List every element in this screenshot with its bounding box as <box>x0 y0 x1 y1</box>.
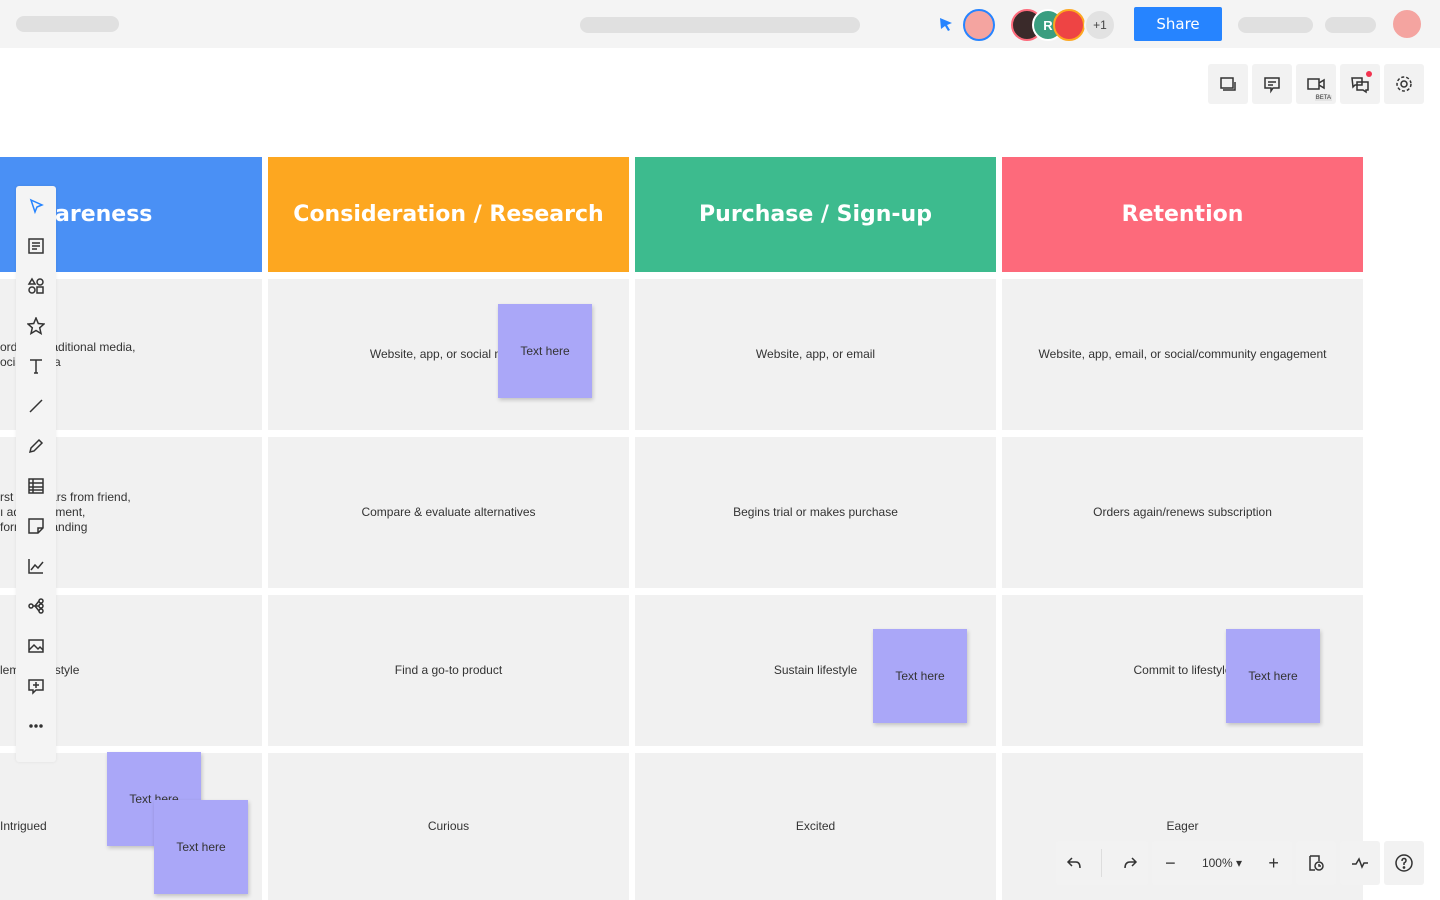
journey-cell[interactable]: Curious <box>268 753 629 900</box>
pencil-icon <box>28 438 44 454</box>
zoom-in-button[interactable]: + <box>1268 853 1279 874</box>
more-icon <box>29 724 43 728</box>
add-comment-icon <box>28 679 44 695</box>
zoom-controls: − 100% ▾ + <box>1152 841 1292 885</box>
mindmap-icon <box>28 598 44 614</box>
cursor-icon <box>29 198 44 215</box>
column-header: Consideration / Research <box>268 157 629 272</box>
chart-tool[interactable] <box>16 546 56 586</box>
placeholder <box>1238 17 1313 33</box>
beta-badge: BETA <box>1314 95 1332 101</box>
sticky-note[interactable]: Text here <box>1226 629 1320 723</box>
sticky-note-icon <box>28 518 44 534</box>
undo-icon[interactable] <box>1065 854 1083 872</box>
settings-button[interactable] <box>1384 64 1424 104</box>
zoom-out-button[interactable]: − <box>1165 853 1176 874</box>
image-tool[interactable] <box>16 626 56 666</box>
column-header: Retention <box>1002 157 1363 272</box>
user-avatar[interactable] <box>1391 8 1423 40</box>
star-icon <box>27 317 45 335</box>
help-button[interactable] <box>1384 841 1424 885</box>
image-icon <box>28 639 44 653</box>
journey-cell[interactable]: Excited <box>635 753 996 900</box>
sticky-tool[interactable] <box>16 506 56 546</box>
frames-icon <box>1220 77 1236 91</box>
line-icon <box>29 399 43 413</box>
board-name-placeholder <box>16 16 119 32</box>
template-icon <box>28 238 44 254</box>
text-tool[interactable] <box>16 346 56 386</box>
title-placeholder <box>580 17 860 33</box>
mindmap-tool[interactable] <box>16 586 56 626</box>
zoom-level-dropdown[interactable]: 100% ▾ <box>1202 856 1242 870</box>
avatar[interactable] <box>1053 9 1085 41</box>
journey-cell[interactable]: Orders again/renews subscription <box>1002 437 1363 588</box>
redo-icon[interactable] <box>1121 854 1139 872</box>
shapes-tool[interactable] <box>16 266 56 306</box>
journey-cell[interactable]: Begins trial or makes purchase <box>635 437 996 588</box>
notification-dot <box>1366 71 1372 77</box>
comments-button[interactable] <box>1252 64 1292 104</box>
chat-button[interactable] <box>1340 64 1380 104</box>
cursor-icon <box>940 18 952 31</box>
sticky-note[interactable]: Text here <box>154 800 248 894</box>
journey-cell[interactable]: Find a go-to product <box>268 595 629 746</box>
line-tool[interactable] <box>16 386 56 426</box>
settings-icon <box>1396 76 1412 92</box>
journey-cell[interactable]: Website, app, or email <box>635 279 996 430</box>
templates-tool[interactable] <box>16 226 56 266</box>
chat-icon <box>1351 77 1369 94</box>
more-collaborators[interactable]: +1 <box>1084 9 1116 41</box>
history-controls <box>1056 841 1148 885</box>
avatar[interactable] <box>963 9 995 41</box>
pulse-icon <box>1352 857 1368 869</box>
frames-button[interactable] <box>1208 64 1248 104</box>
select-tool[interactable] <box>16 186 56 226</box>
video-button[interactable]: BETA <box>1296 64 1336 104</box>
pen-tool[interactable] <box>16 426 56 466</box>
column-header: Purchase / Sign-up <box>635 157 996 272</box>
share-button[interactable]: Share <box>1134 7 1222 41</box>
table-icon <box>28 478 44 494</box>
text-icon <box>30 359 42 374</box>
chart-icon <box>28 559 44 574</box>
embed-tool[interactable] <box>16 666 56 706</box>
video-icon <box>1307 78 1325 90</box>
table-tool[interactable] <box>16 466 56 506</box>
shapes-icon <box>27 277 44 294</box>
placeholder <box>1325 17 1376 33</box>
history-button[interactable] <box>1296 841 1336 885</box>
sticky-note[interactable]: Text here <box>873 629 967 723</box>
help-icon <box>1395 854 1413 872</box>
journey-cell[interactable]: Compare & evaluate alternatives <box>268 437 629 588</box>
comment-icon <box>1264 77 1280 94</box>
journey-cell[interactable]: Website, app, email, or social/community… <box>1002 279 1363 430</box>
left-toolbar <box>16 186 56 762</box>
activity-button[interactable] <box>1340 841 1380 885</box>
icons-tool[interactable] <box>16 306 56 346</box>
top-bar: R +1 Share <box>0 0 1440 48</box>
sticky-note[interactable]: Text here <box>498 304 592 398</box>
more-tools[interactable] <box>16 706 56 746</box>
history-icon <box>1309 855 1324 871</box>
